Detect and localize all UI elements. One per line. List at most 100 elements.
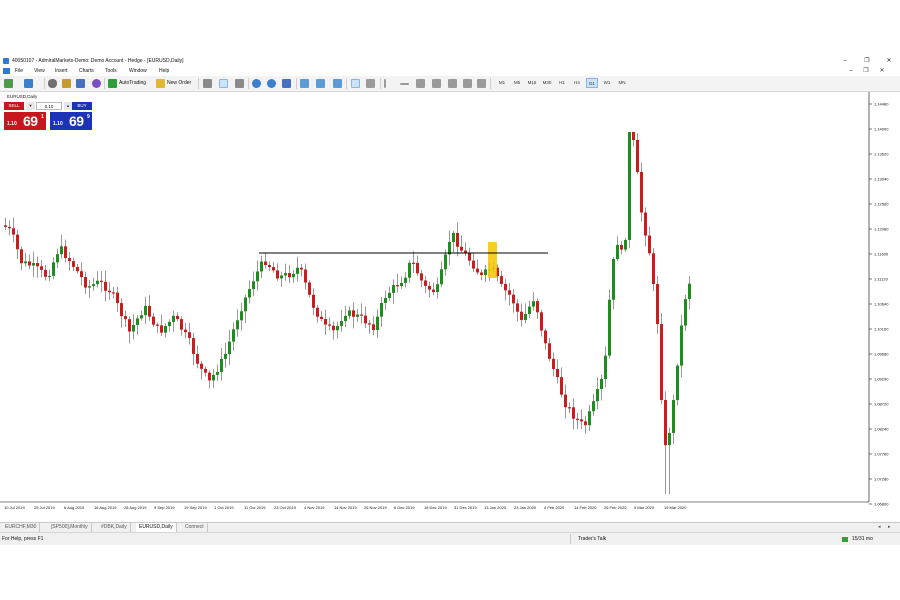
- zoom-in-icon[interactable]: [252, 79, 261, 88]
- bar-chart-icon[interactable]: [203, 79, 212, 88]
- timeframe-m30[interactable]: M30: [541, 78, 553, 88]
- bull-candle: [628, 132, 631, 240]
- candlestick-chart-icon[interactable]: [219, 79, 228, 88]
- arrows-icon[interactable]: [477, 79, 486, 88]
- lot-up-arrow[interactable]: ▴: [64, 102, 72, 110]
- bull-candle: [444, 254, 447, 270]
- bear-candle: [300, 267, 303, 270]
- minimize-button[interactable]: –: [834, 56, 856, 66]
- horizontal-line-icon[interactable]: [400, 83, 409, 85]
- lot-down-arrow[interactable]: ▾: [26, 102, 35, 110]
- chart-window[interactable]: 1.14480 1.14000 1.13520 1.13040 1.12560 1.120…: [0, 92, 900, 522]
- timeframe-m5[interactable]: M5: [511, 78, 523, 88]
- menu-tools[interactable]: Tools: [105, 68, 117, 74]
- terminal-icon[interactable]: [92, 79, 101, 88]
- bull-candle: [436, 284, 439, 293]
- bear-candle: [208, 372, 211, 381]
- tab-eurusd-daily[interactable]: EURUSD,Daily: [136, 523, 177, 532]
- time-axis-label: 26 Feb 2020: [604, 505, 627, 510]
- bull-candle: [92, 284, 95, 287]
- bear-candle: [652, 253, 655, 285]
- tile-windows-icon[interactable]: [282, 79, 291, 88]
- mdi-restore-button[interactable]: ❐: [861, 67, 871, 75]
- fibonacci-icon[interactable]: [448, 79, 457, 88]
- trendline-icon[interactable]: [416, 79, 425, 88]
- bear-candle: [480, 272, 483, 275]
- autotrading-icon[interactable]: [108, 79, 117, 88]
- price-axis-label: 1.08720: [874, 402, 889, 407]
- price-chart[interactable]: 1.14480 1.14000 1.13520 1.13040 1.12560 1.120…: [0, 92, 900, 522]
- bear-candle: [148, 305, 151, 317]
- menu-window[interactable]: Window: [129, 68, 147, 74]
- timeframe-h4[interactable]: H4: [571, 78, 583, 88]
- time-axis-label: 1 Oct 2019: [214, 505, 234, 510]
- profiles-icon[interactable]: [24, 79, 33, 88]
- bear-candle: [552, 358, 555, 369]
- mdi-close-button[interactable]: ✕: [877, 67, 887, 75]
- bear-candle: [536, 301, 539, 313]
- bear-candle: [368, 323, 371, 325]
- tab-scroll-left-icon[interactable]: ◂: [878, 524, 881, 530]
- menu-charts[interactable]: Charts: [79, 68, 94, 74]
- data-window-icon[interactable]: [62, 79, 71, 88]
- indicators-icon[interactable]: [333, 79, 342, 88]
- buy-button-label[interactable]: BUY: [72, 102, 92, 110]
- menu-file[interactable]: File: [15, 68, 23, 74]
- timeframe-d1[interactable]: D1: [586, 78, 598, 88]
- bear-candle: [104, 281, 107, 291]
- price-axis-label: 1.09200: [874, 377, 889, 382]
- menu-view[interactable]: View: [34, 68, 45, 74]
- timeframe-m1[interactable]: M1: [496, 78, 508, 88]
- new-order-button[interactable]: New Order: [167, 80, 191, 86]
- maximize-button[interactable]: ❐: [856, 56, 878, 66]
- tab-dbk-daily[interactable]: #DBK,Daily: [98, 523, 131, 532]
- bear-candle: [120, 303, 123, 317]
- buy-price-button[interactable]: 1.10 69 9: [50, 112, 92, 130]
- tab-connect[interactable]: Connect: [182, 523, 208, 532]
- menu-help[interactable]: Help: [159, 68, 169, 74]
- bull-candle: [280, 275, 283, 279]
- auto-scroll-icon[interactable]: [300, 79, 309, 88]
- text-icon[interactable]: [463, 79, 472, 88]
- bear-candle: [128, 319, 131, 332]
- chart-window-icon: [3, 68, 10, 74]
- bear-candle: [472, 260, 475, 269]
- market-watch-icon[interactable]: [48, 79, 57, 88]
- tab-eurchf-m30[interactable]: EURCHF,M30: [2, 523, 41, 532]
- new-order-icon[interactable]: [156, 79, 165, 88]
- sell-button-label[interactable]: SELL: [4, 102, 24, 110]
- close-button[interactable]: ✕: [878, 56, 900, 66]
- new-chart-icon[interactable]: [4, 79, 13, 88]
- cursor-icon[interactable]: [351, 79, 360, 88]
- tab-sp500-monthly[interactable]: [SP500],Monthly: [48, 523, 92, 532]
- crosshair-icon[interactable]: [366, 79, 375, 88]
- channel-icon[interactable]: [432, 79, 441, 88]
- bull-candle: [212, 374, 215, 381]
- toolbar: AutoTrading New Order M1 M5 M15 M30 H1 H…: [0, 76, 900, 92]
- vertical-line-icon[interactable]: [384, 79, 386, 88]
- timeframe-h1[interactable]: H1: [556, 78, 568, 88]
- bull-candle: [348, 310, 351, 316]
- chart-shift-icon[interactable]: [316, 79, 325, 88]
- timeframe-m15[interactable]: M15: [526, 78, 538, 88]
- title-bar: 40050107 - AdmiralMarkets-Demo: Demo Acc…: [0, 56, 900, 66]
- bear-candle: [68, 258, 71, 262]
- price-axis-label: 1.12560: [874, 202, 889, 207]
- timeframe-w1[interactable]: W1: [601, 78, 613, 88]
- tab-scroll-right-icon[interactable]: ▸: [888, 524, 891, 530]
- mdi-minimize-button[interactable]: –: [846, 67, 856, 75]
- sell-price-prefix: 1.10: [7, 121, 17, 127]
- bear-candle: [644, 212, 647, 236]
- lot-size-input[interactable]: 0.10: [36, 102, 62, 110]
- autotrading-button[interactable]: AutoTrading: [119, 80, 146, 86]
- sell-price-button[interactable]: 1.10 69 1: [4, 112, 46, 130]
- zoom-out-icon[interactable]: [267, 79, 276, 88]
- bear-candle: [328, 324, 331, 326]
- bear-candle: [80, 271, 83, 278]
- menu-insert[interactable]: Insert: [55, 68, 68, 74]
- price-axis-label: 1.07760: [874, 452, 889, 457]
- line-chart-icon[interactable]: [235, 79, 244, 88]
- navigator-icon[interactable]: [76, 79, 85, 88]
- timeframe-mn[interactable]: MN: [616, 78, 628, 88]
- bull-candle: [88, 286, 91, 288]
